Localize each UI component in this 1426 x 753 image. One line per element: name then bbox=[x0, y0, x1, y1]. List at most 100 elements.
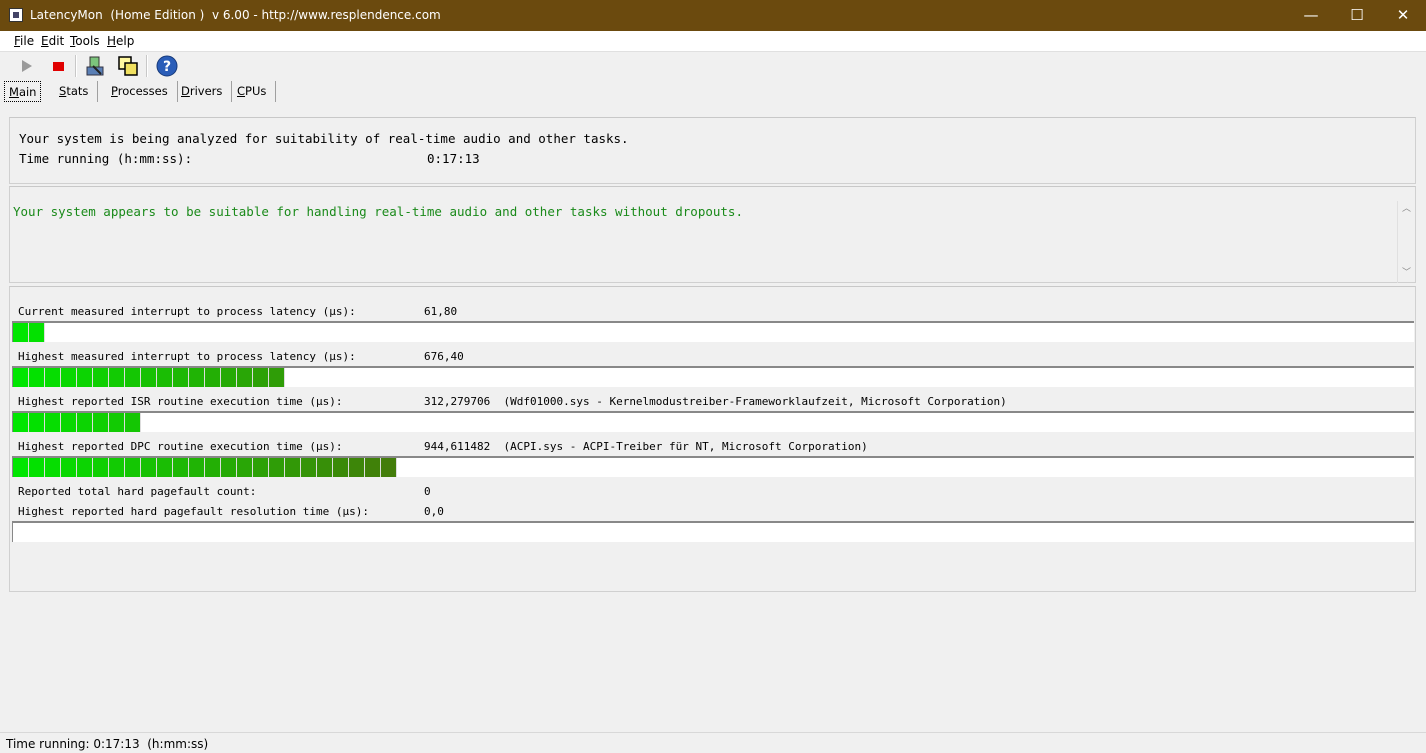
highest-dpc-label: Highest reported DPC routine execution t… bbox=[18, 440, 343, 453]
bar-segment bbox=[125, 413, 141, 432]
bar-segment bbox=[173, 458, 189, 477]
bar-segment bbox=[29, 413, 45, 432]
bar-segment bbox=[45, 458, 61, 477]
bar-segment bbox=[349, 458, 365, 477]
bar-segment bbox=[13, 323, 29, 342]
menu-help[interactable]: Help bbox=[107, 34, 134, 48]
toolbar-separator bbox=[75, 55, 77, 77]
current-latency-value: 61,80 bbox=[424, 305, 458, 318]
highest-isr-detail: (Wdf01000.sys - Kernelmodustreiber-Frame… bbox=[503, 395, 1007, 408]
highest-isr-value: 312,279706 (Wdf01000.sys - Kernelmodustr… bbox=[424, 395, 1007, 408]
bar-segment bbox=[93, 413, 109, 432]
bar-segment bbox=[189, 458, 205, 477]
minimize-button[interactable]: — bbox=[1288, 0, 1334, 31]
menu-edit[interactable]: Edit bbox=[41, 34, 64, 48]
bar-segment bbox=[109, 413, 125, 432]
bar-segment bbox=[125, 458, 141, 477]
pagefault-time-value: 0,0 bbox=[424, 505, 444, 518]
pagefault-time-bar bbox=[12, 521, 1414, 542]
bar-segment bbox=[221, 458, 237, 477]
toolbar: ? bbox=[0, 52, 1426, 80]
bar-segment bbox=[301, 458, 317, 477]
analysis-status-text: Your system is being analyzed for suitab… bbox=[19, 131, 629, 146]
verdict-text: Your system appears to be suitable for h… bbox=[13, 204, 743, 219]
highest-isr-bar bbox=[12, 411, 1414, 432]
highest-latency-bar bbox=[12, 366, 1414, 387]
title-bar: LatencyMon (Home Edition ) v 6.00 - http… bbox=[0, 0, 1426, 31]
bar-segment bbox=[189, 368, 205, 387]
bar-segment bbox=[29, 368, 45, 387]
bar-segment bbox=[141, 368, 157, 387]
bar-segment bbox=[269, 368, 285, 387]
close-button[interactable]: ✕ bbox=[1380, 0, 1426, 31]
bar-segment bbox=[77, 368, 93, 387]
pagefault-time-label: Highest reported hard pagefault resoluti… bbox=[18, 505, 369, 518]
status-bar-text: Time running: 0:17:13 (h:mm:ss) bbox=[6, 737, 209, 751]
bar-segment bbox=[13, 413, 29, 432]
scroll-down-icon[interactable]: ﹀ bbox=[1398, 265, 1415, 282]
bar-segment bbox=[13, 368, 29, 387]
bar-segment bbox=[141, 458, 157, 477]
tab-stats[interactable]: Stats bbox=[50, 81, 99, 102]
tab-main[interactable]: Main bbox=[4, 81, 42, 102]
app-icon[interactable] bbox=[9, 8, 23, 22]
maximize-button[interactable]: ☐ bbox=[1334, 0, 1380, 31]
bar-segment bbox=[61, 458, 77, 477]
tab-processes[interactable]: Processes bbox=[102, 81, 178, 102]
verdict-panel: Your system appears to be suitable for h… bbox=[9, 186, 1416, 283]
highest-dpc-value: 944,611482 (ACPI.sys - ACPI-Treiber für … bbox=[424, 440, 868, 453]
bar-segment bbox=[365, 458, 381, 477]
bar-segment bbox=[253, 368, 269, 387]
bar-segment bbox=[29, 323, 45, 342]
bar-segment bbox=[221, 368, 237, 387]
windows-icon[interactable] bbox=[116, 54, 140, 78]
menu-tools[interactable]: Tools bbox=[70, 34, 100, 48]
bar-segment bbox=[333, 458, 349, 477]
bar-segment bbox=[109, 368, 125, 387]
analysis-panel: Your system is being analyzed for suitab… bbox=[9, 117, 1416, 184]
play-icon[interactable] bbox=[14, 54, 38, 78]
drivers-icon[interactable] bbox=[83, 54, 107, 78]
bar-segment bbox=[45, 368, 61, 387]
stop-icon[interactable] bbox=[46, 54, 70, 78]
bar-segment bbox=[45, 413, 61, 432]
tab-cpus[interactable]: CPUs bbox=[228, 81, 277, 102]
svg-text:?: ? bbox=[163, 59, 171, 75]
bar-segment bbox=[173, 368, 189, 387]
tab-bar: Main Stats Processes Drivers CPUs bbox=[0, 81, 1426, 103]
bar-segment bbox=[237, 368, 253, 387]
verdict-scrollbar[interactable]: ︿ ﹀ bbox=[1397, 201, 1415, 283]
bar-segment bbox=[381, 458, 397, 477]
bar-segment bbox=[125, 368, 141, 387]
bar-segment bbox=[205, 368, 221, 387]
highest-isr-label: Highest reported ISR routine execution t… bbox=[18, 395, 343, 408]
tab-drivers[interactable]: Drivers bbox=[172, 81, 233, 102]
current-latency-label: Current measured interrupt to process la… bbox=[18, 305, 356, 318]
scroll-up-icon[interactable]: ︿ bbox=[1398, 201, 1415, 218]
bar-segment bbox=[61, 413, 77, 432]
bar-segment bbox=[77, 458, 93, 477]
bar-segment bbox=[237, 458, 253, 477]
highest-dpc-bar bbox=[12, 456, 1414, 477]
highest-latency-value: 676,40 bbox=[424, 350, 464, 363]
bar-segment bbox=[77, 413, 93, 432]
metrics-panel: Current measured interrupt to process la… bbox=[9, 286, 1416, 592]
bar-segment bbox=[13, 458, 29, 477]
highest-latency-label: Highest measured interrupt to process la… bbox=[18, 350, 356, 363]
menu-file[interactable]: File bbox=[14, 34, 34, 48]
bar-segment bbox=[109, 458, 125, 477]
time-running-value: 0:17:13 bbox=[427, 151, 480, 166]
bar-segment bbox=[285, 458, 301, 477]
bar-segment bbox=[93, 458, 109, 477]
window-title: LatencyMon (Home Edition ) v 6.00 - http… bbox=[30, 8, 441, 22]
pagefault-count-label: Reported total hard pagefault count: bbox=[18, 485, 257, 498]
current-latency-bar bbox=[12, 321, 1414, 342]
bar-segment bbox=[157, 458, 173, 477]
bar-segment bbox=[317, 458, 333, 477]
status-bar: Time running: 0:17:13 (h:mm:ss) bbox=[0, 732, 1426, 753]
bar-segment bbox=[61, 368, 77, 387]
help-icon[interactable]: ? bbox=[155, 54, 179, 78]
bar-segment bbox=[253, 458, 269, 477]
toolbar-separator bbox=[146, 55, 148, 77]
bar-segment bbox=[157, 368, 173, 387]
